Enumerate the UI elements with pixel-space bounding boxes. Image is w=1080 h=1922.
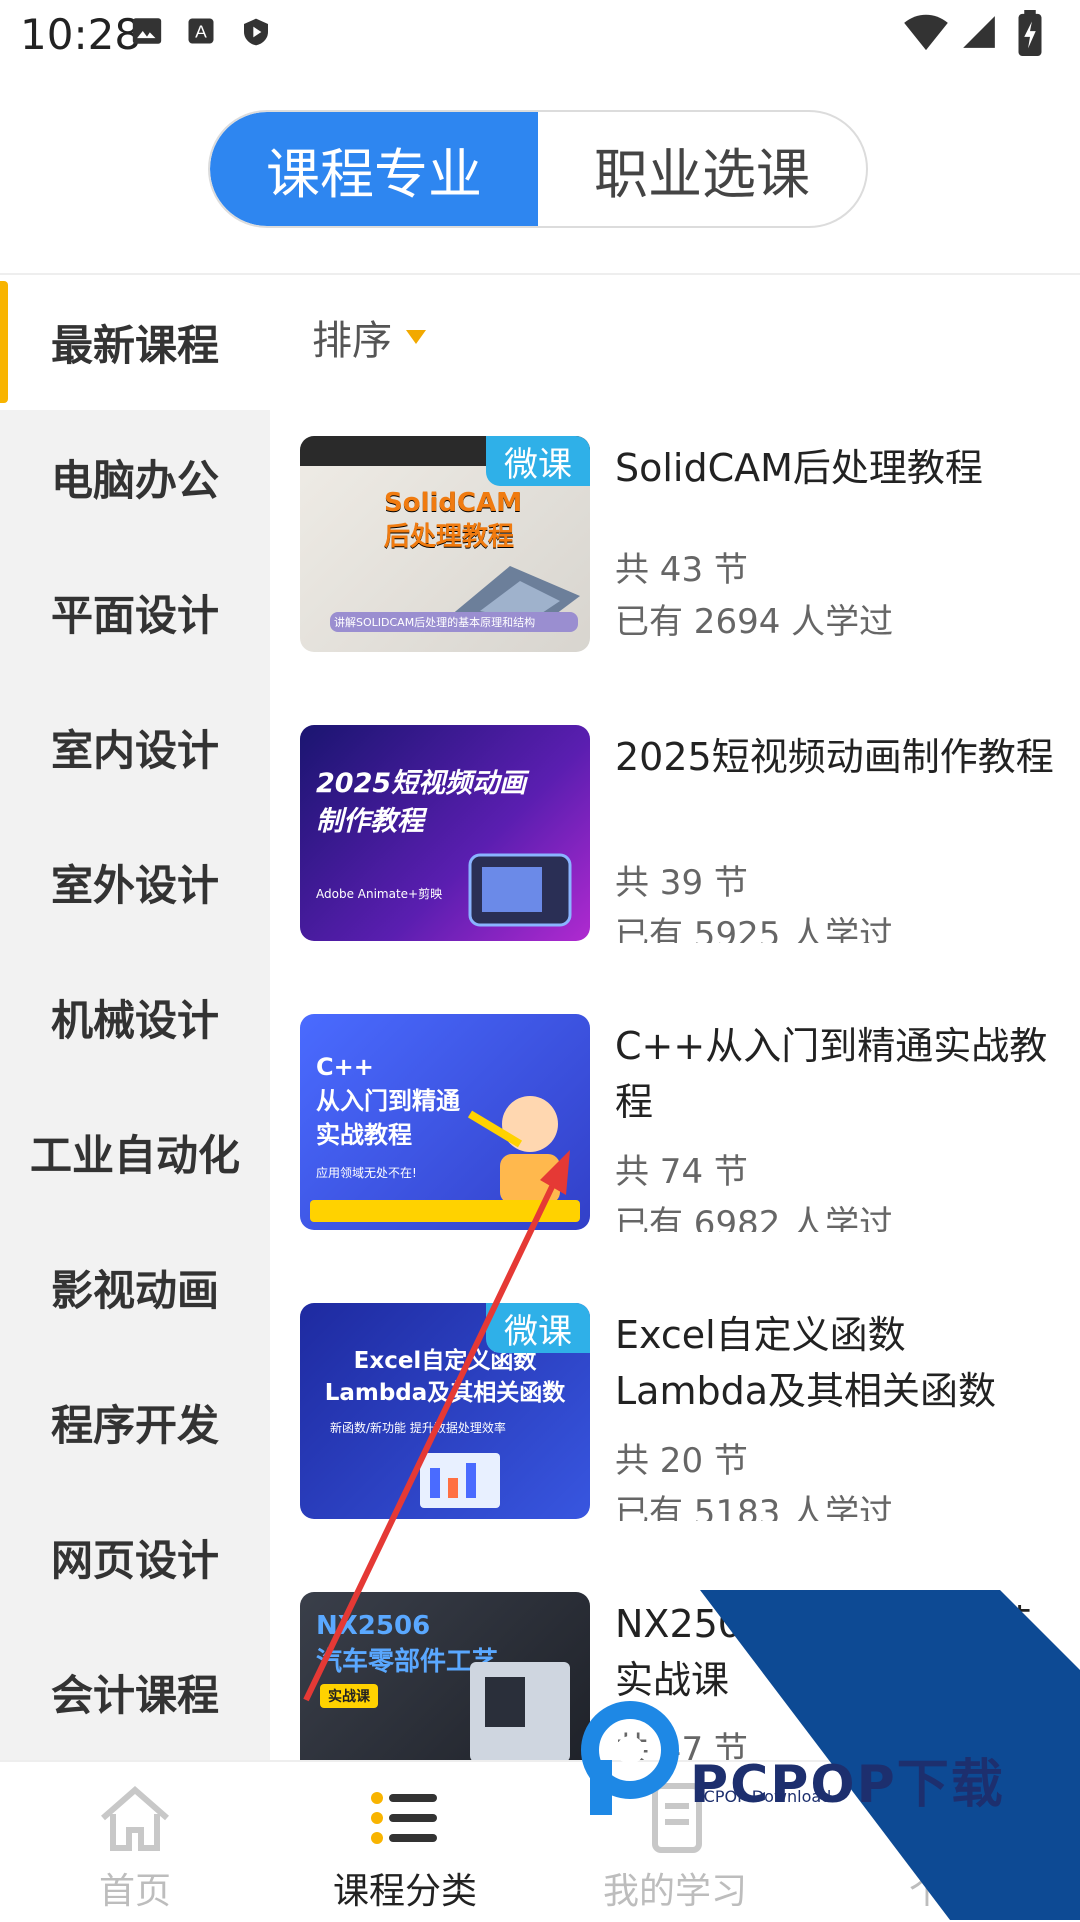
nav-label: 首页 — [98, 1871, 171, 1912]
segment-tabs: 课程专业 职业选课 — [208, 110, 868, 228]
status-bar: 10:28 A — [0, 0, 1080, 76]
course-thumbnail: SolidCAM 后处理教程 讲解SOLIDCAM后处理的基本原理和结构 微课 — [300, 436, 590, 652]
course-item[interactable]: 2025短视频动画 制作教程 Adobe Animate+剪映 2025短视频动… — [300, 725, 1060, 945]
battery-charging-icon — [1018, 10, 1042, 56]
course-item[interactable]: C++ 从入门到精通 实战教程 应用领域无处不在! C++从入门到精通实战教程 … — [300, 1014, 1060, 1234]
category-graphic-design[interactable]: 平面设计 — [0, 545, 270, 680]
course-lessons: 共 39 节 — [615, 863, 748, 903]
course-title: C++从入门到精通实战教程 — [615, 1024, 1048, 1124]
category-office[interactable]: 电脑办公 — [0, 410, 270, 545]
category-sidebar: 最新课程 电脑办公 平面设计 室内设计 室外设计 机械设计 工业自动化 影视动画… — [0, 275, 270, 1760]
course-title: 2025短视频动画制作教程 — [615, 735, 1054, 779]
thumb-title: C++ 从入门到精通 实战教程 — [316, 1053, 460, 1149]
course-thumbnail: C++ 从入门到精通 实战教程 应用领域无处不在! — [300, 1014, 590, 1230]
category-latest[interactable]: 最新课程 — [0, 275, 270, 410]
micro-course-badge: 微课 — [486, 436, 590, 486]
course-learners: 已有 6982 人学过 — [615, 1204, 894, 1232]
micro-course-badge: 微课 — [486, 1303, 590, 1353]
course-learners: 已有 5183 人学过 — [615, 1493, 894, 1521]
tab-career-course[interactable]: 职业选课 — [538, 112, 866, 226]
course-lessons: 共 74 节 — [615, 1152, 748, 1192]
nav-category[interactable]: 课程分类 — [270, 1762, 540, 1922]
course-item[interactable]: Excel自定义函数 Lambda及其相关函数 新函数/新功能 提升数据处理效率… — [300, 1303, 1060, 1523]
nav-home[interactable]: 首页 — [0, 1762, 270, 1922]
category-list-icon — [371, 1792, 437, 1844]
shield-play-icon — [244, 18, 268, 46]
course-lessons: 共 20 节 — [615, 1441, 748, 1481]
nav-label: 课程分类 — [332, 1871, 477, 1912]
category-accounting[interactable]: 会计课程 — [0, 1625, 270, 1760]
course-thumbnail: NX2506 汽车零部件工艺 实战课 — [300, 1592, 590, 1760]
course-item[interactable]: SolidCAM 后处理教程 讲解SOLIDCAM后处理的基本原理和结构 微课 … — [300, 436, 1060, 656]
a-badge-icon: A — [188, 18, 214, 44]
sort-label: 排序 — [312, 318, 392, 364]
category-programming[interactable]: 程序开发 — [0, 1355, 270, 1490]
watermark-subtext: PCPOP Download — [694, 1787, 832, 1806]
status-time: 10:28 — [20, 10, 142, 59]
caret-down-icon — [406, 330, 426, 344]
signal-icon — [963, 16, 995, 48]
thumb-title: 2025短视频动画 制作教程 — [316, 768, 527, 837]
course-learners: 已有 5925 人学过 — [615, 915, 894, 943]
thumb-title: Excel自定义函数 Lambda及其相关函数 — [324, 1348, 566, 1406]
course-thumbnail: 2025短视频动画 制作教程 Adobe Animate+剪映 — [300, 725, 590, 941]
course-lessons: 共 43 节 — [615, 550, 748, 590]
thumb-subtitle: Adobe Animate+剪映 — [316, 887, 443, 901]
course-learners: 已有 2694 人学过 — [615, 602, 894, 642]
watermark-logo-icon — [581, 1701, 679, 1815]
category-film-animation[interactable]: 影视动画 — [0, 1220, 270, 1355]
home-icon — [101, 1786, 169, 1851]
tab-course-major[interactable]: 课程专业 — [210, 112, 538, 226]
thumb-subtitle: 新函数/新功能 提升数据处理效率 — [330, 1421, 506, 1435]
category-industrial-automation[interactable]: 工业自动化 — [0, 1085, 270, 1220]
thumb-subtitle: 实战课 — [320, 1684, 378, 1708]
image-icon — [132, 18, 162, 44]
course-title: SolidCAM后处理教程 — [615, 446, 983, 490]
thumb-subtitle: 应用领域无处不在! — [316, 1166, 417, 1180]
course-thumbnail: Excel自定义函数 Lambda及其相关函数 新函数/新功能 提升数据处理效率… — [300, 1303, 590, 1519]
thumb-subtitle: 讲解SOLIDCAM后处理的基本原理和结构 — [330, 612, 578, 632]
category-interior-design[interactable]: 室内设计 — [0, 680, 270, 815]
category-mechanical-design[interactable]: 机械设计 — [0, 950, 270, 1085]
wifi-icon — [904, 14, 948, 51]
category-web-design[interactable]: 网页设计 — [0, 1490, 270, 1625]
sort-button[interactable]: 排序 — [312, 308, 426, 366]
category-exterior-design[interactable]: 室外设计 — [0, 815, 270, 950]
course-title: Excel自定义函数Lambda及其相关函数 — [615, 1313, 997, 1413]
svg-text:A: A — [195, 21, 207, 41]
thumb-title: SolidCAM 后处理教程 — [384, 488, 523, 552]
